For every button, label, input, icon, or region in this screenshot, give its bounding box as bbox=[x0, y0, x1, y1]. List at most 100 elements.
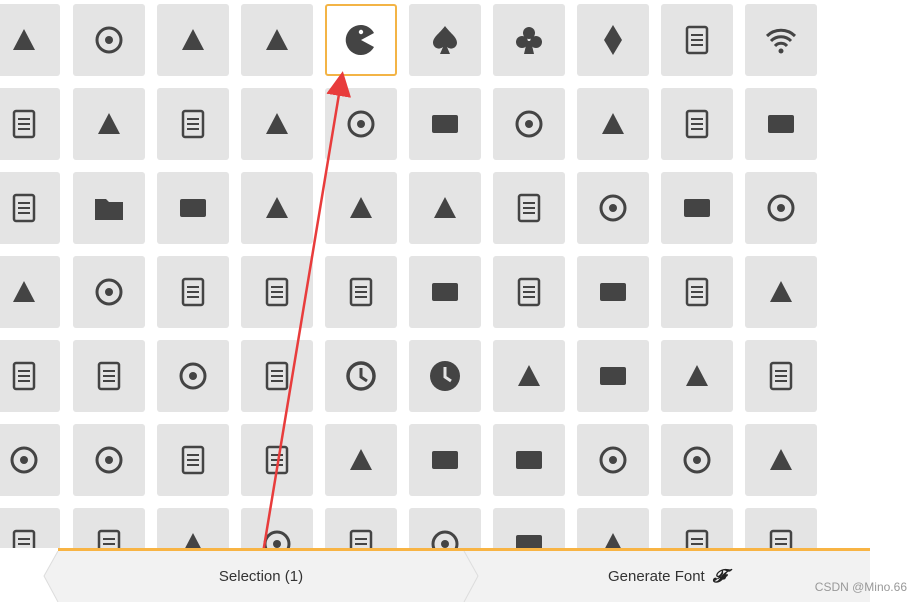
icon-tile-spades[interactable] bbox=[409, 4, 481, 76]
file-empty-icon bbox=[347, 110, 375, 138]
icon-tile-file-text2[interactable] bbox=[493, 88, 565, 160]
icon-tile-upload[interactable] bbox=[745, 424, 817, 496]
icon-tile-folder[interactable] bbox=[73, 172, 145, 244]
icon-tile-envelop[interactable] bbox=[745, 256, 817, 328]
icon-tile-stopwatch[interactable] bbox=[661, 340, 733, 412]
credit-card-icon bbox=[265, 277, 289, 307]
footer-bar: Selection (1) Generate Font 𝓕 bbox=[0, 548, 922, 602]
icon-tile-film[interactable] bbox=[73, 4, 145, 76]
icon-tile-download[interactable] bbox=[661, 424, 733, 496]
icon-tile-bell[interactable] bbox=[577, 340, 649, 412]
icon-tile-address-book[interactable] bbox=[661, 256, 733, 328]
icon-tile-file-text[interactable] bbox=[157, 88, 229, 160]
icon-tile-calculator[interactable] bbox=[325, 256, 397, 328]
icon-tile-calendar[interactable] bbox=[745, 340, 817, 412]
selection-tab[interactable]: Selection (1) bbox=[58, 551, 464, 602]
chevron-right-icon bbox=[463, 551, 479, 602]
icon-tile-pacman[interactable] bbox=[325, 4, 397, 76]
coin-euro-icon bbox=[13, 281, 35, 302]
drawer2-icon bbox=[432, 451, 458, 469]
icon-tile-barcode[interactable] bbox=[745, 172, 817, 244]
icon-tile-dice[interactable] bbox=[241, 4, 313, 76]
icon-tile-diamonds[interactable] bbox=[577, 4, 649, 76]
barcode-icon bbox=[767, 194, 795, 222]
icon-tile-video-camera[interactable] bbox=[157, 4, 229, 76]
clock-icon bbox=[346, 361, 376, 391]
icon-tile-library[interactable] bbox=[73, 88, 145, 160]
icon-tile-drawer2[interactable] bbox=[409, 424, 481, 496]
folder-upload-icon bbox=[517, 193, 541, 223]
file-text2-icon bbox=[515, 110, 543, 138]
icon-tile-tv[interactable] bbox=[241, 424, 313, 496]
icon-tile-clock2[interactable] bbox=[409, 340, 481, 412]
icon-tile-alarm[interactable] bbox=[493, 340, 565, 412]
icon-tile-history[interactable] bbox=[241, 340, 313, 412]
coin-yen-icon bbox=[181, 277, 205, 307]
folder-download-icon bbox=[434, 197, 456, 218]
youtube-icon bbox=[13, 29, 35, 50]
icon-tile-coin-yen[interactable] bbox=[157, 256, 229, 328]
icon-tile-folder-plus[interactable] bbox=[241, 172, 313, 244]
file-music-icon bbox=[685, 109, 709, 139]
selection-label: Selection (1) bbox=[218, 568, 304, 585]
icon-tile-lifebuoy[interactable] bbox=[409, 256, 481, 328]
icon-tile-youtube[interactable] bbox=[0, 4, 60, 76]
icon-tile-stack[interactable] bbox=[0, 172, 60, 244]
icon-tile-tablet2[interactable] bbox=[157, 424, 229, 496]
pacman-icon bbox=[345, 24, 374, 55]
icon-tile-map2[interactable] bbox=[157, 340, 229, 412]
video-camera-icon bbox=[182, 29, 204, 50]
icon-tile-tablet[interactable] bbox=[73, 424, 145, 496]
generate-font-button[interactable]: Generate Font 𝓕 bbox=[464, 551, 870, 602]
icon-tile-phone[interactable] bbox=[493, 256, 565, 328]
mobile-icon bbox=[10, 446, 38, 474]
icon-tile-books[interactable] bbox=[0, 88, 60, 160]
address-book-icon bbox=[685, 277, 709, 307]
icon-tile-box-remove[interactable] bbox=[577, 424, 649, 496]
icon-tile-folder-minus[interactable] bbox=[325, 172, 397, 244]
icon-tile-files-empty[interactable] bbox=[409, 88, 481, 160]
icon-tile-box-add[interactable] bbox=[493, 424, 565, 496]
price-tag-icon bbox=[599, 194, 627, 222]
map2-icon bbox=[179, 362, 207, 390]
calendar-icon bbox=[769, 361, 793, 391]
icon-tile-map[interactable] bbox=[73, 340, 145, 412]
icon-tile-phone-hang-up[interactable] bbox=[577, 256, 649, 328]
map-icon bbox=[97, 361, 121, 391]
film-icon bbox=[95, 26, 123, 54]
icon-tile-file-picture[interactable] bbox=[577, 88, 649, 160]
folder-open-icon bbox=[180, 199, 206, 217]
icon-tile-folder-upload[interactable] bbox=[493, 172, 565, 244]
icon-tile-file-empty[interactable] bbox=[325, 88, 397, 160]
icon-tile-mobile[interactable] bbox=[0, 424, 60, 496]
icon-tile-folder-download[interactable] bbox=[409, 172, 481, 244]
price-tags-icon bbox=[684, 199, 710, 217]
icon-tile-file-play[interactable] bbox=[745, 88, 817, 160]
icon-tile-credit-card[interactable] bbox=[241, 256, 313, 328]
icon-tile-clubs[interactable] bbox=[493, 4, 565, 76]
icon-tile-coin-euro[interactable] bbox=[0, 256, 60, 328]
file-play-icon bbox=[768, 115, 794, 133]
icon-tile-bullhorn[interactable] bbox=[661, 4, 733, 76]
dice-icon bbox=[266, 29, 288, 50]
spades-icon bbox=[433, 26, 457, 54]
lifebuoy-icon bbox=[432, 283, 458, 301]
icon-tile-price-tag[interactable] bbox=[577, 172, 649, 244]
icon-tile-folder-open[interactable] bbox=[157, 172, 229, 244]
clock2-icon bbox=[430, 361, 460, 391]
icon-tile-profile[interactable] bbox=[241, 88, 313, 160]
icon-tile-wifi[interactable] bbox=[745, 4, 817, 76]
diamonds-icon bbox=[604, 25, 622, 55]
icon-tile-price-tags[interactable] bbox=[661, 172, 733, 244]
icon-tile-compass[interactable] bbox=[0, 340, 60, 412]
phone-icon bbox=[517, 277, 541, 307]
download-icon bbox=[683, 446, 711, 474]
icon-tile-coin-pound[interactable] bbox=[73, 256, 145, 328]
icon-tile-clock[interactable] bbox=[325, 340, 397, 412]
stopwatch-icon bbox=[686, 365, 708, 386]
clubs-icon bbox=[516, 27, 542, 54]
tablet2-icon bbox=[181, 445, 205, 475]
icon-tile-file-music[interactable] bbox=[661, 88, 733, 160]
icon-tile-drawer[interactable] bbox=[325, 424, 397, 496]
file-text-icon bbox=[181, 109, 205, 139]
